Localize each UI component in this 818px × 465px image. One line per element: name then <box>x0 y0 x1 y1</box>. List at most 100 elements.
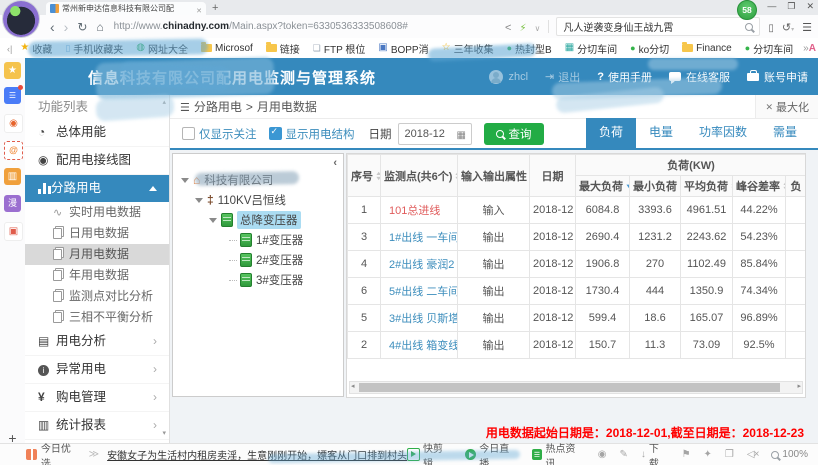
weibo-icon[interactable] <box>4 114 23 133</box>
mute-icon[interactable] <box>747 449 759 460</box>
status-tool[interactable]: 热点资讯 <box>532 440 585 465</box>
zoom-control[interactable]: 100% <box>771 449 808 460</box>
col-monitor-point[interactable]: 监测点(共6个) <box>381 155 458 197</box>
bookmark-item[interactable]: FTP 根位 <box>313 41 366 56</box>
menu-icon[interactable] <box>180 100 190 114</box>
bookmark-item[interactable]: 热封型B <box>507 41 552 56</box>
manga-icon[interactable] <box>4 195 21 212</box>
date-value-field[interactable] <box>399 127 457 141</box>
monitor-point-link[interactable]: 3#出线 贝斯塔德3 <box>389 313 458 325</box>
query-button[interactable]: 查询 <box>484 123 544 145</box>
show-structure-checkbox[interactable]: 显示用电结构 <box>269 126 355 142</box>
col-max-load[interactable]: 最大负荷 <box>576 176 630 197</box>
expander-icon[interactable] <box>181 178 189 183</box>
bookmark-item[interactable]: 分切车间 <box>745 41 793 56</box>
submenu-item-realtime-data[interactable]: 实时用电数据 <box>25 202 169 223</box>
tab-energy[interactable]: 电量 <box>636 118 686 149</box>
monitor-point-link[interactable]: 2#出线 豪润2 <box>389 259 454 271</box>
bookmark-item[interactable]: 网址大全 <box>136 41 188 56</box>
search-icon[interactable] <box>745 23 753 31</box>
close-button[interactable] <box>806 1 814 12</box>
maximize-button[interactable]: 最大化 <box>755 95 818 118</box>
col-peak-valley-rate[interactable]: 峰谷差率 <box>733 176 786 197</box>
table-row[interactable]: 3 1#出线 一车间 输出 2018-12 2690.4 1231.2 2243… <box>348 224 807 251</box>
scroll-right-icon[interactable]: ▸ <box>797 382 801 392</box>
reload-button[interactable] <box>77 20 87 34</box>
horizontal-scrollbar[interactable]: ◂ ▸ <box>349 381 803 394</box>
date-input[interactable] <box>398 123 472 145</box>
search-box[interactable]: 凡人逆袭变身仙王战九霄 <box>556 17 760 36</box>
forward-button[interactable] <box>64 19 69 35</box>
submenu-item-daily-data[interactable]: 日用电数据 <box>25 223 169 244</box>
pointer-icon[interactable] <box>704 449 712 460</box>
account-apply-link[interactable]: 账号申请 <box>747 69 808 85</box>
ticker-toggle-icon[interactable]: ≫ <box>89 449 99 460</box>
phone-sync-icon[interactable] <box>768 20 774 34</box>
menu-item-power-analysis[interactable]: 用电分析 › <box>25 328 169 356</box>
scroll-down-icon[interactable]: ▾ <box>162 429 166 437</box>
col-io-attribute[interactable]: 输入输出属性 <box>458 155 530 197</box>
submenu-item-three-phase[interactable]: 三相不平衡分析 <box>25 307 169 328</box>
table-row[interactable]: 2 4#出线 箱变线4 输出 2018-12 150.7 11.3 73.09 … <box>348 332 807 359</box>
calendar-icon[interactable] <box>457 127 466 141</box>
novel-icon[interactable] <box>4 168 21 185</box>
col-index[interactable]: 序号 <box>348 155 381 197</box>
restore-button[interactable] <box>787 1 795 12</box>
submenu-item-point-compare[interactable]: 监测点对比分析 <box>25 286 169 307</box>
browser-logo-icon[interactable] <box>3 1 39 37</box>
status-tool[interactable]: 今日直播 <box>465 440 518 465</box>
table-row[interactable]: 6 5#出线 二车间 输出 2018-12 1730.4 444 1350.9 … <box>348 278 807 305</box>
mention-icon[interactable] <box>4 141 23 160</box>
game-icon[interactable] <box>4 222 23 241</box>
share-icon[interactable] <box>505 20 511 34</box>
tree-node-transformer-2[interactable]: 2#变压器 <box>173 250 343 270</box>
col-avg-load[interactable]: 平均负荷 <box>681 176 733 197</box>
tree-node-main-transformer[interactable]: 总降变压器 <box>173 210 343 230</box>
col-date[interactable]: 日期 <box>530 155 576 197</box>
scrollbar-thumb[interactable] <box>359 383 780 392</box>
bookmark-item[interactable]: Finance <box>682 43 732 54</box>
table-row[interactable]: 4 2#出线 豪润2 输出 2018-12 1906.8 270 1102.49… <box>348 251 807 278</box>
scroll-left-icon[interactable]: ◂ <box>351 382 355 392</box>
checkbox-unchecked-icon[interactable] <box>182 127 195 140</box>
menu-item-wiring-diagram[interactable]: 配用电接线图 <box>25 147 169 175</box>
bookmark-item[interactable]: ko分切 <box>630 41 669 56</box>
browser-tab[interactable]: 常州新申达信息科技有限公司配 <box>46 2 206 15</box>
collapse-panel-icon[interactable]: ‹ <box>333 157 337 169</box>
home-button[interactable] <box>96 20 103 34</box>
tab-close-icon[interactable] <box>193 2 202 16</box>
manual-link[interactable]: ? 使用手册 <box>597 69 652 85</box>
monitor-point-link[interactable]: 1#出线 一车间 <box>389 232 458 244</box>
bookmark-item[interactable]: 三年收集 <box>442 41 494 56</box>
minimize-button[interactable] <box>767 1 776 12</box>
expander-icon[interactable] <box>209 218 217 223</box>
translate-extension-icon[interactable] <box>809 43 816 54</box>
download-button[interactable]: 下载 <box>641 440 669 465</box>
user-menu[interactable]: zhcl <box>489 70 528 84</box>
expander-icon[interactable] <box>195 198 203 203</box>
menu-item-statistics-report[interactable]: 统计报表 › <box>25 412 169 440</box>
monitor-point-link[interactable]: 101总进线 <box>389 205 440 217</box>
tab-load[interactable]: 负荷 <box>586 118 636 149</box>
flag-icon[interactable] <box>682 449 691 460</box>
submenu-item-yearly-data[interactable]: 年用电数据 <box>25 265 169 286</box>
tab-power-factor[interactable]: 功率因数 <box>686 118 760 149</box>
menu-item-purchase-mgmt[interactable]: 购电管理 › <box>25 384 169 412</box>
logout-button[interactable]: 退出 <box>545 69 580 85</box>
camera-icon[interactable] <box>598 449 607 460</box>
tree-node-transformer-3[interactable]: 3#变压器 <box>173 270 343 290</box>
bookmark-item[interactable]: 收藏 <box>20 41 52 56</box>
only-follow-checkbox[interactable]: 仅显示关注 <box>182 126 257 142</box>
status-tool[interactable]: 快剪辑 <box>407 440 452 465</box>
bookmark-item[interactable]: 分切车间 <box>565 41 617 56</box>
table-row[interactable]: 1 101总进线 输入 2018-12 6084.8 3393.6 4961.5… <box>348 197 807 224</box>
tab-demand[interactable]: 需量 <box>760 118 810 149</box>
monitor-point-link[interactable]: 4#出线 箱变线4 <box>389 340 458 352</box>
submenu-item-monthly-data[interactable]: 月用电数据 <box>25 244 169 265</box>
monitor-point-link[interactable]: 5#出线 二车间 <box>389 286 458 298</box>
news-feed-icon[interactable] <box>4 87 21 104</box>
gift-icon[interactable] <box>26 449 37 460</box>
news-headline-link[interactable]: 安徽女子为生活村内租房卖淫，生意刚刚开始，嫖客从门口排到村头 <box>107 447 407 462</box>
col-min-load[interactable]: 最小负荷 <box>630 176 681 197</box>
bookmark-item[interactable]: Microsof <box>201 43 253 54</box>
